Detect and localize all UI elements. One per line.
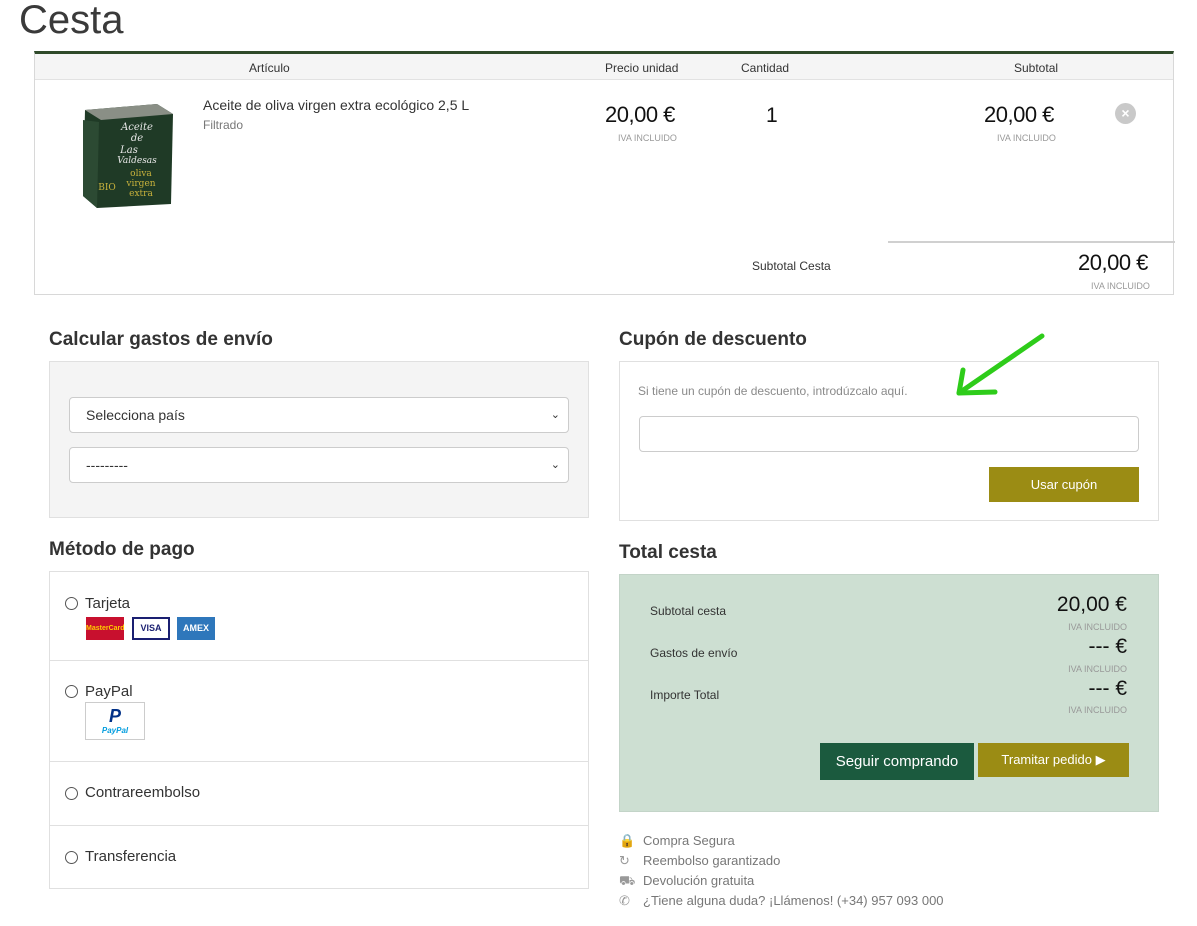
quantity-value[interactable]: 1 [766,104,778,128]
totals-subtotal-value: 20,00 € [1056,593,1127,616]
unit-price: 20,00 € [605,102,675,127]
paypal-icon: P PayPal [85,702,145,740]
payment-option-card[interactable]: Tarjeta MasterCard VISA AMEX [50,572,588,661]
cart-table-header: Artículo Precio unidad Cantidad Subtotal [35,54,1173,80]
label-line: virgen [125,179,155,189]
lock-icon: 🔒 [619,833,636,848]
phone-icon: ✆ [619,893,630,908]
payment-option-paypal[interactable]: PayPal P PayPal [50,661,588,762]
mastercard-icon: MasterCard [86,617,125,640]
transfer-label: Transferencia [85,848,177,865]
refresh-icon: ↻ [619,853,630,868]
truck-icon: ⛟ [619,873,636,888]
payment-title: Método de pago [49,539,195,560]
label-line: Valdesas [117,156,157,166]
payment-option-cod[interactable]: Contrareembolso [50,762,588,826]
coupon-input[interactable] [639,416,1139,452]
unit-price-note: IVA INCLUIDO [618,133,677,143]
country-select-value: Selecciona país [86,407,185,423]
cart-subtotal-note: IVA INCLUIDO [1091,281,1150,291]
label-line: BIO [98,183,116,193]
feature-refund: ↻ Reembolso garantizado [619,853,781,868]
remove-item-icon[interactable]: × [1115,103,1136,124]
continue-shopping-button[interactable]: Seguir comprando [820,743,974,780]
country-select[interactable]: Selecciona país ⌄ [69,397,569,433]
shipping-title: Calcular gastos de envío [49,329,273,350]
card-radio[interactable] [65,597,78,610]
use-coupon-button[interactable]: Usar cupón [989,467,1139,502]
totals-box: Subtotal cesta 20,00 € IVA INCLUIDO Gast… [619,574,1159,812]
transfer-radio[interactable] [65,851,78,864]
coupon-title: Cupón de descuento [619,329,807,350]
grand-total-note: IVA INCLUIDO [1068,705,1127,715]
feature-phone: ✆ ¿Tiene alguna duda? ¡Llámenos! (+34) 95… [619,893,944,908]
totals-subtotal-note: IVA INCLUIDO [1068,622,1127,632]
label-line: de [131,133,143,144]
region-select[interactable]: --------- ⌄ [69,447,569,483]
product-name[interactable]: Aceite de oliva virgen extra ecológico 2… [203,97,469,113]
visa-icon: VISA [132,617,170,640]
subtotal-divider [888,241,1175,243]
payment-option-transfer[interactable]: Transferencia [50,826,588,889]
header-article: Artículo [249,61,290,75]
annotation-arrow-icon [956,333,1045,396]
header-quantity: Cantidad [741,61,790,75]
cod-radio[interactable] [65,787,78,800]
page-title: Cesta [19,0,124,42]
paypal-radio[interactable] [65,685,78,698]
coupon-box: Si tiene un cupón de descuento, introdúz… [619,361,1159,521]
chevron-down-icon: ⌄ [550,409,560,421]
label-line: oliva [130,169,152,179]
checkout-button[interactable]: Tramitar pedido ▶ [978,743,1129,777]
coupon-hint: Si tiene un cupón de descuento, introdúz… [638,384,908,398]
totals-title: Total cesta [619,542,717,563]
card-label: Tarjeta [85,595,131,612]
feature-return: ⛟ Devolución gratuita [619,873,754,891]
shipping-cost-note: IVA INCLUIDO [1068,664,1127,674]
shipping-box: Selecciona país ⌄ --------- ⌄ [49,361,589,518]
shipping-cost-label: Gastos de envío [650,646,738,660]
paypal-label: PayPal [85,683,133,700]
cart-subtotal-label: Subtotal Cesta [752,259,831,273]
header-subtotal: Subtotal [1014,61,1059,75]
item-subtotal-note: IVA INCLUIDO [997,133,1056,143]
shipping-cost-value: --- € [1088,635,1128,658]
feature-secure: 🔒 Compra Segura [619,833,735,848]
chevron-down-icon: ⌄ [550,459,560,471]
payment-methods: Tarjeta MasterCard VISA AMEX PayPal P Pa… [49,571,589,889]
grand-total-label: Importe Total [650,688,720,702]
product-variant: Filtrado [203,118,244,132]
item-subtotal: 20,00 € [984,102,1054,127]
header-unit-price: Precio unidad [605,61,679,75]
region-select-value: --------- [86,457,128,473]
label-line: Las [119,145,138,156]
grand-total-value: --- € [1088,677,1128,700]
cart-subtotal-value: 20,00 € [1078,250,1148,275]
cod-label: Contrareembolso [85,784,201,801]
label-line: extra [129,189,153,199]
paypal-logo-text: PayPal [101,726,129,735]
amex-icon: AMEX [177,617,215,640]
totals-subtotal-label: Subtotal cesta [650,604,727,618]
label-line: Aceite [120,122,153,133]
cart-table: Artículo Precio unidad Cantidad Subtotal… [34,51,1175,295]
product-image[interactable]: Aceite de Las Valdesas oliva virgen extr… [79,100,175,210]
